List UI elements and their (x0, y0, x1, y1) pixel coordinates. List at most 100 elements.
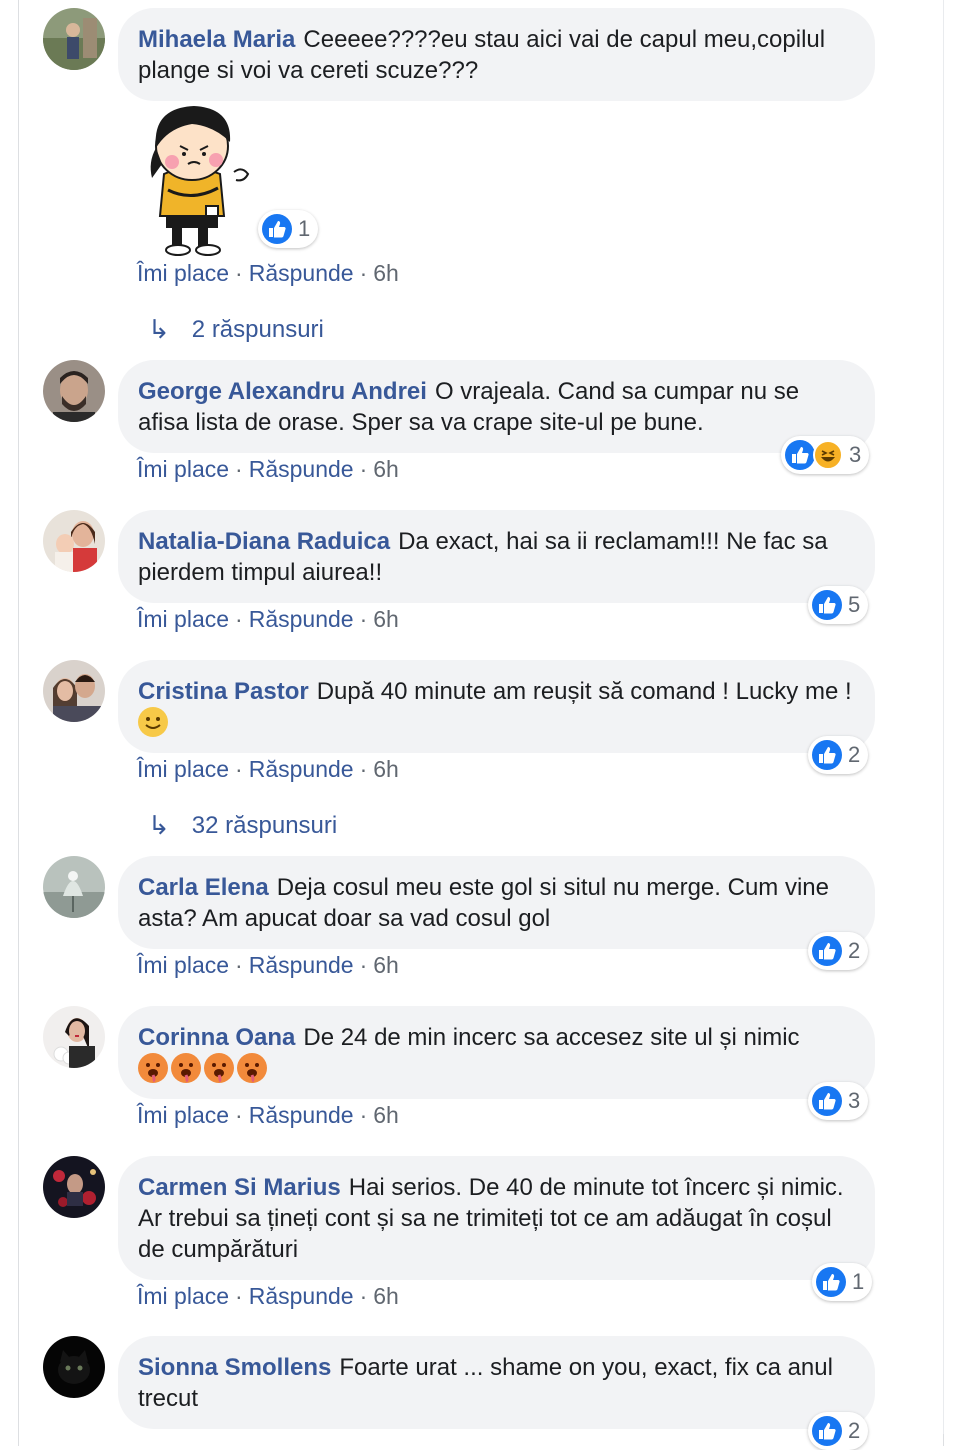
reaction-count: 3 (849, 442, 862, 467)
like-icon (812, 740, 842, 770)
haha-icon (813, 440, 843, 470)
reaction-count: 3 (848, 1088, 861, 1113)
timestamp[interactable]: 6h (373, 606, 399, 632)
view-replies-link[interactable]: ↳ 32 răspunsuri (148, 810, 337, 841)
comment-actions: Îmi place · Răspunde · 6h (137, 1283, 399, 1310)
timestamp[interactable]: 6h (373, 756, 399, 782)
comment-author[interactable]: George Alexandru Andrei (138, 378, 427, 405)
timestamp[interactable]: 6h (373, 1283, 399, 1309)
reply-button[interactable]: Răspunde (249, 606, 354, 632)
reply-button[interactable]: Răspunde (249, 1283, 354, 1309)
reply-button[interactable]: Răspunde (249, 456, 354, 482)
separator: · (359, 756, 368, 782)
smile-emoji (138, 707, 168, 737)
replies-count: 32 răspunsuri (191, 811, 338, 839)
separator: · (359, 1102, 368, 1128)
replies-count: 2 răspunsuri (191, 315, 324, 343)
comment-actions: Îmi place · Răspunde · 6h (137, 1102, 399, 1129)
like-button[interactable]: Îmi place (137, 1283, 229, 1309)
separator: · (235, 456, 243, 482)
like-button[interactable]: Îmi place (137, 606, 229, 632)
comment-bubble: George Alexandru Andrei O vrajeala. Cand … (118, 360, 875, 453)
reaction-count: 2 (848, 938, 861, 963)
avatar[interactable] (43, 360, 105, 422)
separator: · (359, 952, 368, 978)
comment-bubble: Sionna Smollens Foarte urat ... shame on … (118, 1336, 875, 1429)
separator: · (359, 606, 368, 632)
scroll-gutter (943, 0, 970, 1434)
timestamp[interactable]: 6h (373, 1102, 399, 1128)
comment-bubble: Mihaela Maria Ceeeee????eu stau aici vai … (118, 8, 875, 101)
like-icon (812, 1416, 842, 1446)
like-button[interactable]: Îmi place (137, 456, 229, 482)
reaction-summary[interactable]: 2 (808, 1412, 869, 1450)
reply-button[interactable]: Răspunde (249, 952, 354, 978)
separator: · (359, 260, 368, 286)
avatar[interactable] (43, 1006, 105, 1068)
reply-button[interactable]: Răspunde (249, 756, 354, 782)
timestamp[interactable]: 6h (373, 952, 399, 978)
comment-author[interactable]: Sionna Smollens (138, 1354, 331, 1381)
reply-button[interactable]: Răspunde (249, 1102, 354, 1128)
reaction-summary[interactable]: 1 (258, 210, 319, 248)
reply-button[interactable]: Răspunde (249, 260, 354, 286)
comment-author[interactable]: Carmen Si Marius (138, 1174, 341, 1201)
reply-arrow-icon: ↳ (148, 810, 170, 840)
reaction-summary[interactable]: 2 (808, 932, 869, 970)
avatar[interactable] (43, 510, 105, 572)
comment-author[interactable]: Carla Elena (138, 874, 269, 901)
separator: · (235, 1102, 243, 1128)
separator: · (359, 1283, 368, 1309)
like-icon (812, 936, 842, 966)
comment-text: De 24 de min incerc sa accesez site ul ș… (303, 1024, 800, 1051)
reaction-summary[interactable]: 5 (808, 586, 869, 624)
reaction-summary[interactable]: 3 (781, 436, 870, 474)
like-icon (812, 590, 842, 620)
reaction-count: 5 (848, 592, 861, 617)
reaction-count: 2 (848, 1418, 861, 1443)
avatar[interactable] (43, 660, 105, 722)
separator: · (235, 1283, 243, 1309)
like-button[interactable]: Îmi place (137, 1102, 229, 1128)
comment-actions: Îmi place · Răspunde · 6h (137, 606, 399, 633)
like-button[interactable]: Îmi place (137, 260, 229, 286)
avatar[interactable] (43, 8, 105, 70)
comment-bubble: Carla Elena Deja cosul meu este gol si si… (118, 856, 875, 949)
like-icon (262, 214, 292, 244)
like-icon (785, 440, 815, 470)
avatar[interactable] (43, 856, 105, 918)
separator: · (235, 260, 243, 286)
separator: · (359, 456, 368, 482)
like-button[interactable]: Îmi place (137, 756, 229, 782)
reaction-summary[interactable]: 1 (812, 1263, 873, 1301)
comment-actions: Îmi place · Răspunde · 6h (137, 952, 399, 979)
timestamp[interactable]: 6h (373, 456, 399, 482)
comment-author[interactable]: Natalia-Diana Raduica (138, 528, 390, 555)
comment-text: După 40 minute am reușit să comand ! Luc… (316, 678, 852, 705)
hot-face-emoji (171, 1053, 201, 1083)
angry-girl-sticker (134, 102, 256, 258)
like-icon (812, 1086, 842, 1116)
comment-bubble: Carmen Si Marius Hai serios. De 40 de min… (118, 1156, 875, 1280)
separator: · (235, 756, 243, 782)
comment-actions: Îmi place · Răspunde · 6h (137, 260, 399, 287)
like-icon (816, 1267, 846, 1297)
reaction-summary[interactable]: 2 (808, 736, 869, 774)
avatar[interactable] (43, 1156, 105, 1218)
reaction-summary[interactable]: 3 (808, 1082, 869, 1120)
separator: · (235, 952, 243, 978)
reaction-count: 2 (848, 742, 861, 767)
comment-author[interactable]: Mihaela Maria (138, 26, 295, 53)
comment-actions: Îmi place · Răspunde · 6h (137, 756, 399, 783)
hot-face-emoji (204, 1053, 234, 1083)
separator: · (235, 606, 243, 632)
view-replies-link[interactable]: ↳ 2 răspunsuri (148, 314, 324, 345)
hot-face-emoji (138, 1053, 168, 1083)
avatar[interactable] (43, 1336, 105, 1398)
reaction-count: 1 (852, 1269, 865, 1294)
timestamp[interactable]: 6h (373, 260, 399, 286)
like-button[interactable]: Îmi place (137, 952, 229, 978)
comment-author[interactable]: Corinna Oana (138, 1024, 295, 1051)
comment-author[interactable]: Cristina Pastor (138, 678, 309, 705)
comment-actions: Îmi place · Răspunde · 6h (137, 456, 399, 483)
